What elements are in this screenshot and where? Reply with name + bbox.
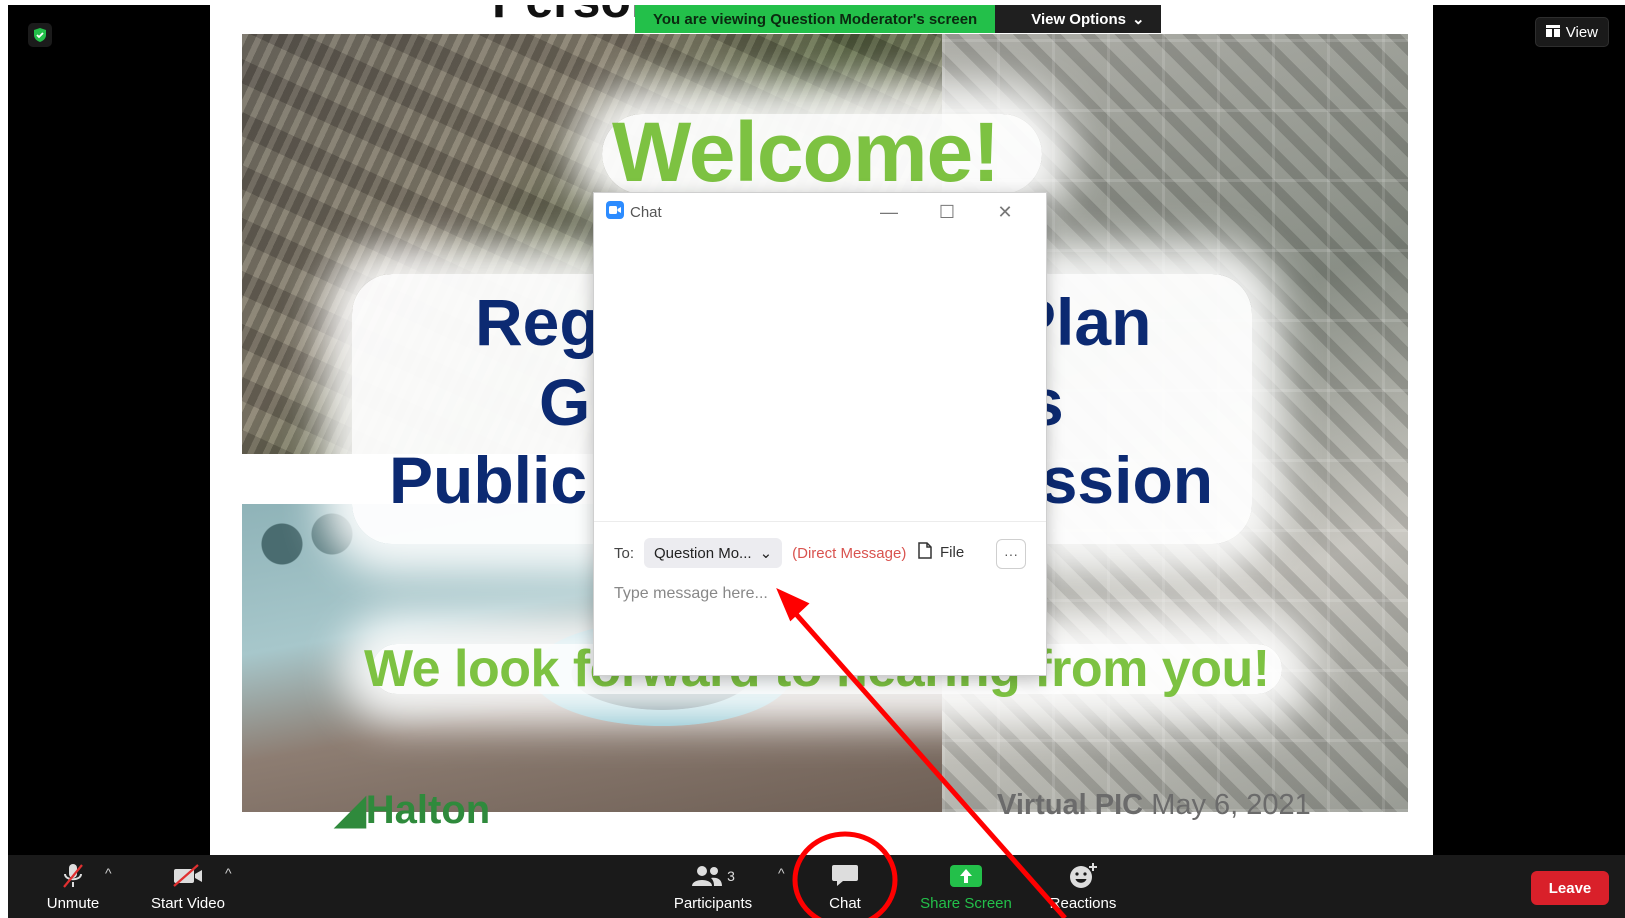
- participants-count: 3: [727, 867, 735, 884]
- reactions-label: Reactions: [1049, 894, 1117, 912]
- participants-label: Participants: [673, 894, 753, 912]
- zoom-chat-icon: [606, 200, 624, 224]
- more-options-button[interactable]: ···: [996, 539, 1026, 569]
- slide-title-line3-left: Public: [389, 443, 588, 517]
- participants-icon-group: 3: [691, 862, 735, 890]
- chat-label: Chat: [829, 894, 861, 912]
- slide-welcome: Welcome!: [612, 105, 1000, 199]
- direct-message-label: (Direct Message): [792, 544, 907, 562]
- slide-title-line1-left: Reg: [475, 285, 600, 359]
- recipient-value: Question Mo...: [654, 544, 752, 562]
- chat-bubble-icon: [831, 862, 859, 890]
- chat-compose-area: To: Question Mo... ⌄ (Direct Message) Fi…: [594, 521, 1046, 676]
- halton-logo-mark-icon: ◢: [335, 788, 366, 832]
- recipient-dropdown[interactable]: Question Mo... ⌄: [644, 538, 783, 568]
- file-label: File: [940, 544, 965, 561]
- grid-view-icon: [1545, 24, 1560, 41]
- leave-button[interactable]: Leave: [1531, 871, 1609, 905]
- slide-event-info: Virtual PIC May 6, 2021: [997, 789, 1311, 822]
- video-options-caret-icon[interactable]: ^: [225, 865, 232, 881]
- view-button[interactable]: View: [1534, 17, 1609, 47]
- chat-window: Chat — ☐ ✕ To: Question Mo... ⌄ (Direct …: [593, 192, 1047, 676]
- maximize-icon[interactable]: ☐: [934, 199, 960, 225]
- audio-options-caret-icon[interactable]: ^: [105, 865, 112, 881]
- meeting-toolbar: Unmute ^ Start Video ^ 3 Participants ^ …: [8, 855, 1625, 918]
- to-label: To:: [614, 544, 635, 562]
- shield-check-icon[interactable]: [28, 23, 52, 47]
- share-screen-icon: [950, 862, 982, 890]
- participants-button[interactable]: 3 Participants: [658, 855, 768, 918]
- slide-event-name: Virtual PIC: [997, 789, 1144, 821]
- chevron-down-icon: ⌄: [759, 545, 773, 562]
- muted-microphone-icon: [61, 862, 85, 890]
- close-icon[interactable]: ✕: [992, 199, 1018, 225]
- chevron-down-icon: ⌄: [1131, 11, 1145, 28]
- video-off-icon: [172, 862, 204, 890]
- halton-logo: ◢Halton: [335, 787, 490, 833]
- start-video-label: Start Video: [151, 894, 225, 912]
- view-label: View: [1565, 23, 1598, 41]
- chat-title: Chat: [630, 203, 662, 221]
- minimize-icon[interactable]: —: [876, 199, 902, 225]
- chat-titlebar: Chat: [594, 193, 1046, 231]
- slide-event-date: May 6, 2021: [1151, 789, 1311, 821]
- recipient-row: To: Question Mo... ⌄ (Direct Message): [614, 538, 906, 568]
- smiley-icon: [1068, 862, 1098, 890]
- view-options-label: View Options: [1031, 10, 1126, 28]
- share-screen-label: Share Screen: [920, 894, 1012, 912]
- viewing-banner-text: You are viewing Question Moderator's scr…: [635, 5, 996, 33]
- participants-options-caret-icon[interactable]: ^: [778, 865, 785, 881]
- viewing-banner: You are viewing Question Moderator's scr…: [635, 5, 1161, 35]
- file-icon: [918, 542, 932, 563]
- reactions-button[interactable]: Reactions: [1033, 855, 1133, 918]
- chat-button[interactable]: Chat: [805, 855, 885, 918]
- view-options-button[interactable]: View Options ⌄: [995, 5, 1161, 33]
- file-button[interactable]: File: [918, 542, 964, 563]
- share-screen-button[interactable]: Share Screen: [910, 855, 1022, 918]
- slide-title-line2-left: G: [539, 365, 591, 439]
- participants-icon: [692, 865, 723, 886]
- message-input[interactable]: [614, 580, 1024, 608]
- halton-logo-text: Halton: [365, 788, 491, 832]
- unmute-label: Unmute: [46, 894, 100, 912]
